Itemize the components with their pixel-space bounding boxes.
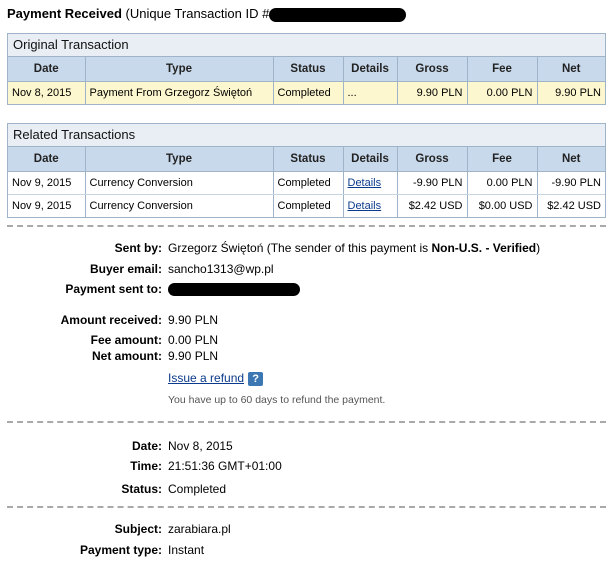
payment-type-label: Payment type: <box>79 543 162 557</box>
payment-sent-to-value <box>168 282 300 297</box>
col-status: Status <box>273 57 344 82</box>
sender-name: Grzegorz Świętoń <box>168 241 264 255</box>
help-icon[interactable]: ? <box>248 371 264 386</box>
buyer-email-label: Buyer email: <box>89 262 162 276</box>
cell-gross: 9.90 PLN <box>397 81 468 104</box>
redacted-transaction-id <box>269 7 407 22</box>
table-row: Nov 9, 2015 Currency Conversion Complete… <box>8 171 605 195</box>
issue-refund-link[interactable]: Issue a refund <box>168 371 244 385</box>
cell-net: -9.90 PLN <box>537 171 605 195</box>
cell-details: Details <box>343 171 398 195</box>
col-details: Details <box>343 147 398 172</box>
col-date: Date <box>8 147 86 172</box>
payment-sent-to-label: Payment sent to: <box>65 282 162 296</box>
related-transactions-table: Date Type Status Details Gross Fee Net N… <box>8 147 605 217</box>
amount-received-label: Amount received: <box>60 313 162 327</box>
table-header-row: Date Type Status Details Gross Fee Net <box>8 147 605 172</box>
cell-fee: $0.00 USD <box>467 194 538 217</box>
table-row: Nov 9, 2015 Currency Conversion Complete… <box>8 194 605 217</box>
col-fee: Fee <box>467 147 538 172</box>
section-divider <box>7 506 606 508</box>
col-type: Type <box>85 57 274 82</box>
original-transaction-heading: Original Transaction <box>8 34 605 57</box>
cell-type: Payment From Grzegorz Świętoń <box>85 81 274 104</box>
cell-net: $2.42 USD <box>547 200 601 212</box>
cell-status: Completed <box>273 194 344 217</box>
cell-type: Currency Conversion <box>85 171 274 195</box>
col-type: Type <box>85 147 274 172</box>
sent-by-value: Grzegorz Świętoń (The sender of this pay… <box>168 241 540 255</box>
table-header-row: Date Type Status Details Gross Fee Net <box>8 57 605 82</box>
cell-net: 9.90 PLN <box>537 81 605 104</box>
sender-note-end: ) <box>536 241 541 255</box>
col-details: Details <box>343 57 398 82</box>
section-divider <box>7 225 606 227</box>
sender-verification-status: Non-U.S. - Verified <box>431 241 537 255</box>
cell-fee: 0.00 PLN <box>467 81 538 104</box>
cell-type: Currency Conversion <box>85 194 274 217</box>
col-gross: Gross <box>397 57 468 82</box>
original-transaction-table: Date Type Status Details Gross Fee Net N… <box>8 57 605 104</box>
payment-type-value: Instant <box>168 543 205 557</box>
date-label: Date: <box>131 439 162 453</box>
details-link[interactable]: Details <box>348 177 382 189</box>
col-fee: Fee <box>467 57 538 82</box>
col-date: Date <box>8 57 86 82</box>
cell-date: Nov 8, 2015 <box>8 81 86 104</box>
cell-status: Completed <box>273 81 344 104</box>
cell-gross: $2.42 USD <box>397 194 468 217</box>
details-link[interactable]: Details <box>348 200 382 212</box>
col-net: Net <box>537 57 605 82</box>
status-label: Status: <box>121 482 162 496</box>
col-gross: Gross <box>397 147 468 172</box>
refund-note: You have up to 60 days to refund the pay… <box>168 394 386 406</box>
time-value: 21:51:36 GMT+01:00 <box>168 459 282 473</box>
original-transaction-panel: Original Transaction Date Type Status De… <box>7 33 606 105</box>
table-row: Nov 8, 2015 Payment From Grzegorz Święto… <box>8 81 605 104</box>
amount-received-value: 9.90 PLN <box>168 313 219 327</box>
refund-row: Issue a refund? <box>168 371 264 386</box>
subject-label: Subject: <box>114 522 162 536</box>
related-transactions-panel: Related Transactions Date Type Status De… <box>7 123 606 218</box>
col-status: Status <box>273 147 344 172</box>
cell-details: ... <box>343 81 398 104</box>
fee-amount-label: Fee amount: <box>90 333 162 347</box>
fee-amount-value: 0.00 PLN <box>168 333 219 347</box>
col-net: Net <box>537 147 605 172</box>
buyer-email-value: sancho1313@wp.pl <box>168 262 274 276</box>
net-amount-label: Net amount: <box>92 349 162 363</box>
page-title-main: Payment Received <box>7 6 122 21</box>
cell-date: Nov 9, 2015 <box>8 171 86 195</box>
page-title: Payment Received (Unique Transaction ID … <box>7 6 407 22</box>
cell-details: Details <box>343 194 398 217</box>
cell-status: Completed <box>273 171 344 195</box>
redacted-recipient <box>168 283 300 297</box>
date-value: Nov 8, 2015 <box>168 439 233 453</box>
cell-fee: 0.00 PLN <box>467 171 538 195</box>
section-divider <box>7 421 606 423</box>
sender-note: (The sender of this payment is <box>263 241 432 255</box>
net-amount-value: 9.90 PLN <box>168 349 219 363</box>
status-value: Completed <box>168 482 227 496</box>
cell-date: Nov 9, 2015 <box>8 194 86 217</box>
cell-gross: -9.90 PLN <box>397 171 468 195</box>
sent-by-label: Sent by: <box>114 241 162 255</box>
time-label: Time: <box>130 459 162 473</box>
subject-value: zarabiara.pl <box>168 522 231 536</box>
page-title-id-label: (Unique Transaction ID # <box>121 6 270 21</box>
related-transactions-heading: Related Transactions <box>8 124 605 147</box>
